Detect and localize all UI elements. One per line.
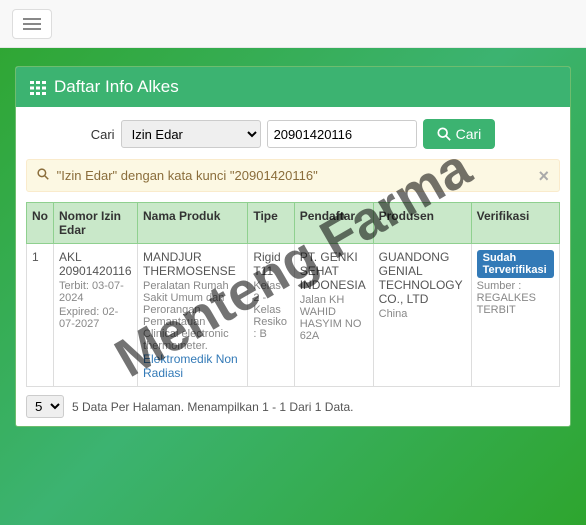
- produk-category-link[interactable]: Elektromedik Non Radiasi: [143, 352, 238, 380]
- expired-date: Expired: 02-07-2027: [59, 306, 132, 330]
- pagination-bar: 5 5 Data Per Halaman. Menampilkan 1 - 1 …: [26, 395, 560, 418]
- verified-badge: Sudah Terverifikasi: [477, 250, 554, 278]
- tipe-desc: Kelas 2 - Kelas Resiko : B: [253, 280, 288, 340]
- col-pendaftar: Pendaftar: [294, 203, 373, 244]
- produsen-country: China: [379, 308, 466, 320]
- pendaftar-name: PT. GENKI SEHAT INDONESIA: [300, 250, 366, 292]
- search-form: Cari Izin Edar Cari: [26, 119, 560, 149]
- info-panel: Daftar Info Alkes Cari Izin Edar Cari "I…: [15, 66, 571, 427]
- col-produsen: Produsen: [373, 203, 471, 244]
- data-table: No Nomor Izin Edar Nama Produk Tipe Pend…: [26, 202, 560, 387]
- verifikasi-sumber: Sumber : REGALKES TERBIT: [477, 280, 554, 316]
- top-navbar: [0, 0, 586, 48]
- pagination-info: 5 Data Per Halaman. Menampilkan 1 - 1 Da…: [72, 400, 353, 414]
- search-label: Cari: [91, 127, 115, 142]
- produk-desc: Peralatan Rumah Sakit Umum dan Peroranga…: [143, 280, 242, 352]
- produk-name: MANDJUR THERMOSENSE: [143, 250, 236, 278]
- terbit-date: Terbit: 03-07-2024: [59, 280, 132, 304]
- search-input[interactable]: [267, 120, 417, 148]
- col-no: No: [27, 203, 54, 244]
- table-row: 1 AKL 20901420116 Terbit: 03-07-2024 Exp…: [27, 244, 560, 387]
- cell-tipe: Rigid T11 Kelas 2 - Kelas Resiko : B: [248, 244, 294, 387]
- table-icon: [30, 80, 46, 94]
- per-page-select[interactable]: 5: [26, 395, 64, 418]
- col-tipe: Tipe: [248, 203, 294, 244]
- hamburger-menu-button[interactable]: [12, 9, 52, 39]
- search-alert: "Izin Edar" dengan kata kunci "209014201…: [26, 159, 560, 192]
- col-verifikasi: Verifikasi: [471, 203, 559, 244]
- data-table-wrap: No Nomor Izin Edar Nama Produk Tipe Pend…: [26, 202, 560, 387]
- cell-verifikasi: Sudah Terverifikasi Sumber : REGALKES TE…: [471, 244, 559, 387]
- panel-header: Daftar Info Alkes: [16, 67, 570, 107]
- search-icon: [437, 127, 451, 141]
- cell-pendaftar: PT. GENKI SEHAT INDONESIA Jalan KH WAHID…: [294, 244, 373, 387]
- pendaftar-address: Jalan KH WAHID HASYIM NO 62A: [300, 294, 368, 342]
- cell-no: 1: [27, 244, 54, 387]
- produsen-name: GUANDONG GENIAL TECHNOLOGY CO., LTD: [379, 250, 463, 306]
- alert-close-button[interactable]: ×: [538, 166, 549, 187]
- alert-search-icon: [37, 168, 53, 183]
- col-nomor-izin: Nomor Izin Edar: [54, 203, 138, 244]
- panel-body: Cari Izin Edar Cari "Izin Edar" dengan k…: [16, 107, 570, 426]
- nomor-izin-value: AKL 20901420116: [59, 250, 132, 278]
- cell-produsen: GUANDONG GENIAL TECHNOLOGY CO., LTD Chin…: [373, 244, 471, 387]
- panel-title: Daftar Info Alkes: [54, 77, 179, 97]
- cell-nomor-izin: AKL 20901420116 Terbit: 03-07-2024 Expir…: [54, 244, 138, 387]
- search-button-label: Cari: [456, 126, 482, 142]
- tipe-value: Rigid T11: [253, 250, 280, 278]
- cell-nama-produk: MANDJUR THERMOSENSE Peralatan Rumah Saki…: [138, 244, 248, 387]
- search-field-select[interactable]: Izin Edar: [121, 120, 261, 148]
- col-nama-produk: Nama Produk: [138, 203, 248, 244]
- search-button[interactable]: Cari: [423, 119, 496, 149]
- alert-text: "Izin Edar" dengan kata kunci "209014201…: [57, 168, 318, 183]
